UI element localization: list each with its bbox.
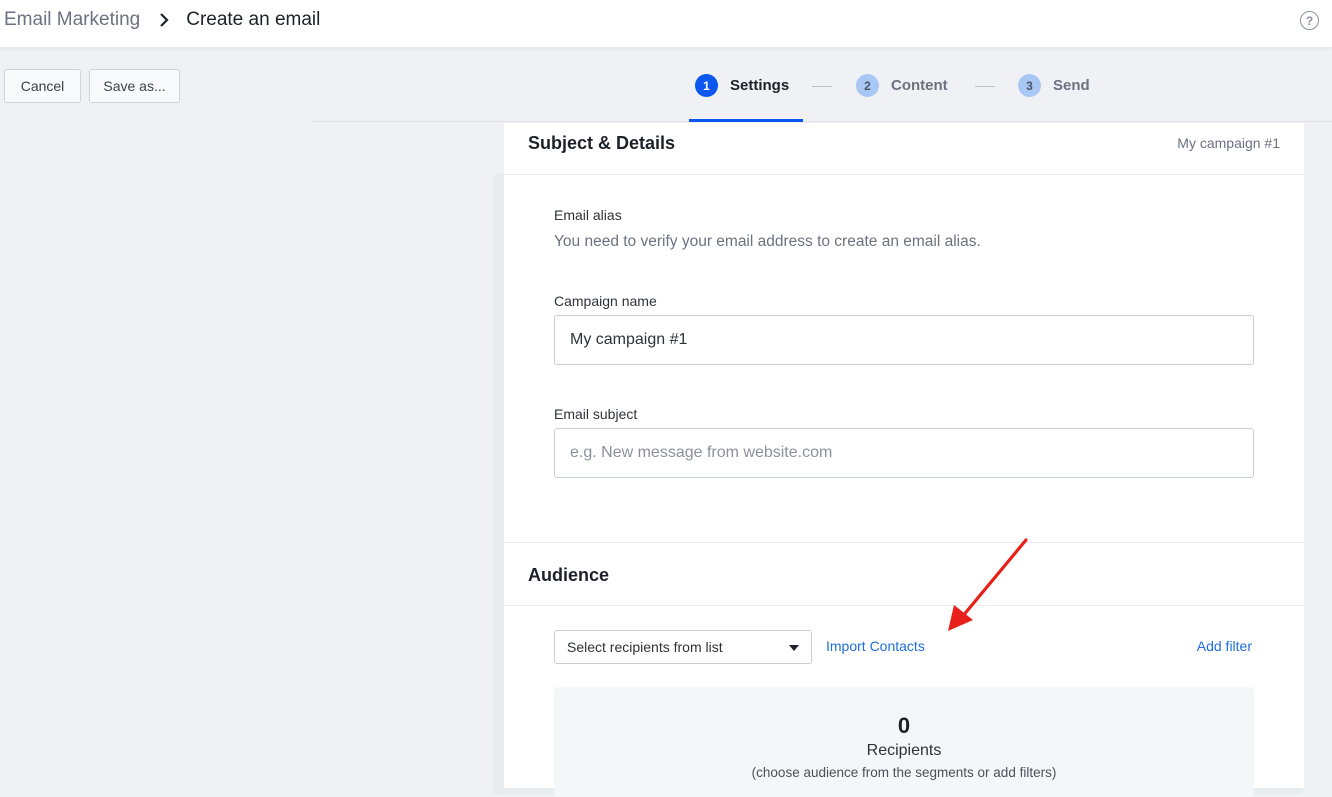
question-circle-icon[interactable]: ? bbox=[1300, 11, 1319, 30]
audience-title: Audience bbox=[528, 565, 610, 585]
page-title: Create an email bbox=[186, 9, 321, 30]
top-header: Email Marketing Create an email ? bbox=[0, 0, 1332, 48]
recipients-summary: 0 Recipients (choose audience from the s… bbox=[554, 687, 1254, 797]
details-title: Subject & Details bbox=[528, 133, 676, 153]
add-filter-link[interactable]: Add filter bbox=[1197, 638, 1252, 654]
details-header: Subject & Details My campaign #1 bbox=[504, 123, 1304, 175]
step-content[interactable]: 2 Content bbox=[856, 74, 948, 97]
section-divider bbox=[504, 605, 1304, 606]
save-as-button[interactable]: Save as... bbox=[89, 69, 180, 103]
active-step-indicator bbox=[689, 119, 803, 122]
email-alias-label: Email alias bbox=[554, 207, 622, 223]
breadcrumb: Email Marketing Create an email bbox=[4, 9, 320, 31]
settings-form: Email alias You need to verify your emai… bbox=[504, 175, 1304, 797]
recipients-select-value: Select recipients from list bbox=[567, 639, 723, 655]
email-alias-hint: You need to verify your email address to… bbox=[554, 233, 981, 250]
email-subject-field[interactable]: e.g. New message from website.com bbox=[554, 428, 1254, 478]
email-subject-label: Email subject bbox=[554, 406, 638, 422]
chevron-right-icon bbox=[158, 13, 170, 27]
step-number: 1 bbox=[695, 74, 718, 97]
red-arrow-icon bbox=[948, 538, 1028, 631]
step-label: Send bbox=[1053, 77, 1090, 94]
step-number: 3 bbox=[1018, 74, 1041, 97]
step-send[interactable]: 3 Send bbox=[1018, 74, 1090, 97]
step-label: Content bbox=[891, 77, 948, 94]
step-settings[interactable]: 1 Settings bbox=[695, 74, 789, 97]
campaign-name-label: Campaign name bbox=[554, 293, 657, 309]
step-label: Settings bbox=[730, 77, 790, 94]
caret-down-icon bbox=[789, 645, 799, 651]
cancel-button[interactable]: Cancel bbox=[4, 69, 81, 103]
step-connector bbox=[812, 86, 832, 87]
recipients-label: Recipients bbox=[866, 742, 942, 759]
recipients-hint: (choose audience from the segments or ad… bbox=[751, 765, 1057, 780]
section-divider bbox=[504, 542, 1304, 543]
step-connector bbox=[975, 86, 995, 87]
stepper-divider bbox=[312, 121, 1332, 122]
recipients-select[interactable]: Select recipients from list bbox=[554, 630, 812, 664]
import-contacts-link[interactable]: Import Contacts bbox=[826, 638, 925, 654]
campaign-name-badge: My campaign #1 bbox=[1177, 135, 1280, 151]
recipients-count: 0 bbox=[897, 713, 911, 738]
step-number: 2 bbox=[856, 74, 879, 97]
campaign-name-field[interactable]: My campaign #1 bbox=[554, 315, 1254, 365]
breadcrumb-email-marketing[interactable]: Email Marketing bbox=[4, 9, 140, 31]
